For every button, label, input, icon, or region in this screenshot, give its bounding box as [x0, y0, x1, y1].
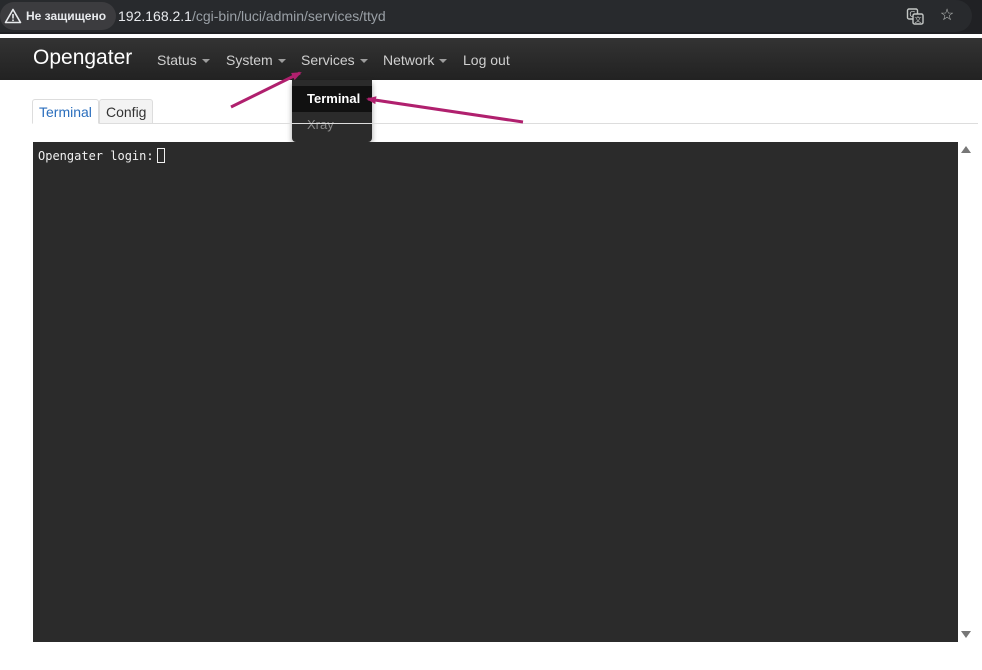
url-host: 192.168.2.1 [118, 8, 192, 24]
nav-services[interactable]: Services [301, 52, 368, 68]
main-navbar: Opengater Status System Services Network… [0, 38, 982, 80]
svg-text:文: 文 [915, 15, 922, 24]
scroll-down-arrow-icon[interactable] [961, 631, 971, 638]
nav-network[interactable]: Network [383, 52, 448, 68]
caret-down-icon [277, 58, 286, 63]
services-dropdown-menu: Terminal Xray [292, 80, 372, 142]
nav-label: Network [383, 52, 435, 68]
caret-down-icon [201, 58, 210, 63]
nav-label: System [226, 52, 273, 68]
terminal-line: Opengater login: [38, 148, 165, 163]
url-text[interactable]: 192.168.2.1/cgi-bin/luci/admin/services/… [118, 8, 386, 24]
tabs-divider [32, 123, 978, 124]
scroll-up-arrow-icon[interactable] [961, 146, 971, 153]
terminal-console[interactable]: Opengater login: [33, 142, 958, 642]
tab-terminal[interactable]: Terminal [32, 99, 99, 124]
security-indicator[interactable]: Не защищено [0, 2, 117, 30]
nav-label: Log out [463, 52, 510, 68]
arrow-to-terminal [366, 96, 524, 124]
address-bar[interactable]: Не защищено 192.168.2.1/cgi-bin/luci/adm… [0, 0, 972, 32]
nav-label: Services [301, 52, 355, 68]
url-path: /cgi-bin/luci/admin/services/ttyd [191, 8, 386, 24]
nav-system[interactable]: System [226, 52, 286, 68]
translate-icon[interactable]: G 文 [906, 7, 924, 25]
tab-config[interactable]: Config [99, 99, 154, 124]
warning-icon [4, 8, 22, 24]
menu-item-terminal[interactable]: Terminal [292, 86, 372, 112]
terminal-cursor [156, 148, 165, 163]
nav-logout[interactable]: Log out [463, 52, 510, 68]
nav-label: Status [157, 52, 197, 68]
login-prompt: Opengater login: [38, 149, 154, 163]
caret-down-icon [439, 58, 448, 63]
nav-status[interactable]: Status [157, 52, 210, 68]
caret-down-icon [359, 58, 368, 63]
star-icon[interactable]: ☆ [938, 7, 956, 25]
menu-item-xray[interactable]: Xray [292, 112, 372, 138]
brand-logo[interactable]: Opengater [33, 46, 132, 70]
browser-toolbar: Не защищено 192.168.2.1/cgi-bin/luci/adm… [0, 0, 982, 34]
security-label: Не защищено [26, 9, 107, 23]
